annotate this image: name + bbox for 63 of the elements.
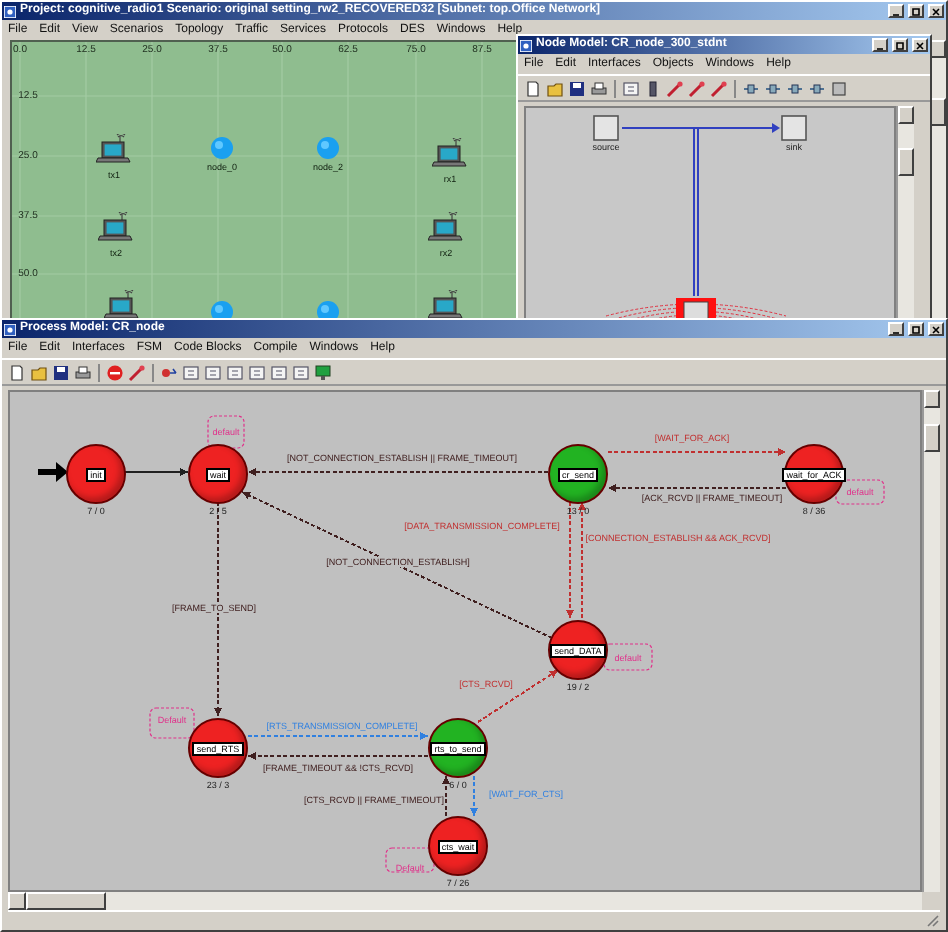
- circle-node-icon[interactable]: [210, 136, 234, 160]
- link-icon[interactable]: [786, 79, 804, 97]
- panel-icon[interactable]: [622, 79, 640, 97]
- panel-icon[interactable]: [248, 363, 266, 381]
- pencil-icon[interactable]: [710, 79, 728, 97]
- stop-sign-icon[interactable]: [106, 363, 124, 381]
- link-icon[interactable]: [764, 79, 782, 97]
- panel-icon[interactable]: [270, 363, 288, 381]
- save-icon[interactable]: [568, 79, 586, 97]
- maximize-button[interactable]: [892, 38, 908, 52]
- laptop-icon[interactable]: [428, 290, 464, 324]
- vertical-scrollbar[interactable]: [922, 390, 940, 892]
- print-icon[interactable]: [590, 79, 608, 97]
- laptop-icon[interactable]: [98, 212, 134, 246]
- transition-arrow[interactable]: [247, 752, 429, 760]
- minimize-button[interactable]: [888, 322, 904, 336]
- close-icon: [930, 5, 942, 17]
- transition-arrow[interactable]: [247, 468, 549, 476]
- minimize-button[interactable]: [872, 38, 888, 52]
- square-icon[interactable]: [830, 79, 848, 97]
- maximize-icon: [910, 323, 922, 335]
- close-icon: [930, 323, 942, 335]
- monitor-icon[interactable]: [314, 363, 332, 381]
- transition-arrow[interactable]: [607, 484, 787, 492]
- transition-arrow[interactable]: [566, 501, 574, 619]
- maximize-icon: [894, 39, 906, 51]
- transition-arrow[interactable]: [123, 468, 189, 476]
- node-icon[interactable]: [160, 363, 178, 381]
- pencil-icon[interactable]: [128, 363, 146, 381]
- maximize-button[interactable]: [908, 4, 924, 18]
- horizontal-scrollbar[interactable]: [8, 892, 922, 910]
- save-icon[interactable]: [52, 363, 70, 381]
- entry-arrow: [38, 462, 68, 482]
- link-icon[interactable]: [742, 79, 760, 97]
- transition-arrow[interactable]: [578, 501, 586, 619]
- laptop-icon[interactable]: [432, 138, 468, 172]
- minimize-button[interactable]: [888, 4, 904, 18]
- panel-icon[interactable]: [226, 363, 244, 381]
- pencil-icon[interactable]: [688, 79, 706, 97]
- circle-node-icon[interactable]: [316, 136, 340, 160]
- link-icon[interactable]: [808, 79, 826, 97]
- laptop-icon[interactable]: [104, 290, 140, 324]
- pencil-icon[interactable]: [666, 79, 684, 97]
- maximize-icon: [910, 5, 922, 17]
- close-button[interactable]: [928, 322, 944, 336]
- resize-grip-icon[interactable]: [926, 914, 940, 928]
- print-icon[interactable]: [74, 363, 92, 381]
- panel-icon[interactable]: [204, 363, 222, 381]
- new-file-icon[interactable]: [8, 363, 26, 381]
- new-file-icon[interactable]: [524, 79, 542, 97]
- laptop-icon[interactable]: [96, 134, 132, 168]
- laptop-icon[interactable]: [428, 212, 464, 246]
- transition-arrow[interactable]: [442, 775, 450, 817]
- module-icon[interactable]: [593, 115, 619, 141]
- maximize-button[interactable]: [908, 322, 924, 336]
- column-icon[interactable]: [644, 79, 662, 97]
- panel-icon[interactable]: [182, 363, 200, 381]
- close-button[interactable]: [928, 4, 944, 18]
- module-icon[interactable]: [781, 115, 807, 141]
- panel-icon[interactable]: [292, 363, 310, 381]
- close-button[interactable]: [912, 38, 928, 52]
- close-icon: [914, 39, 926, 51]
- vertical-scrollbar[interactable]: [896, 106, 914, 324]
